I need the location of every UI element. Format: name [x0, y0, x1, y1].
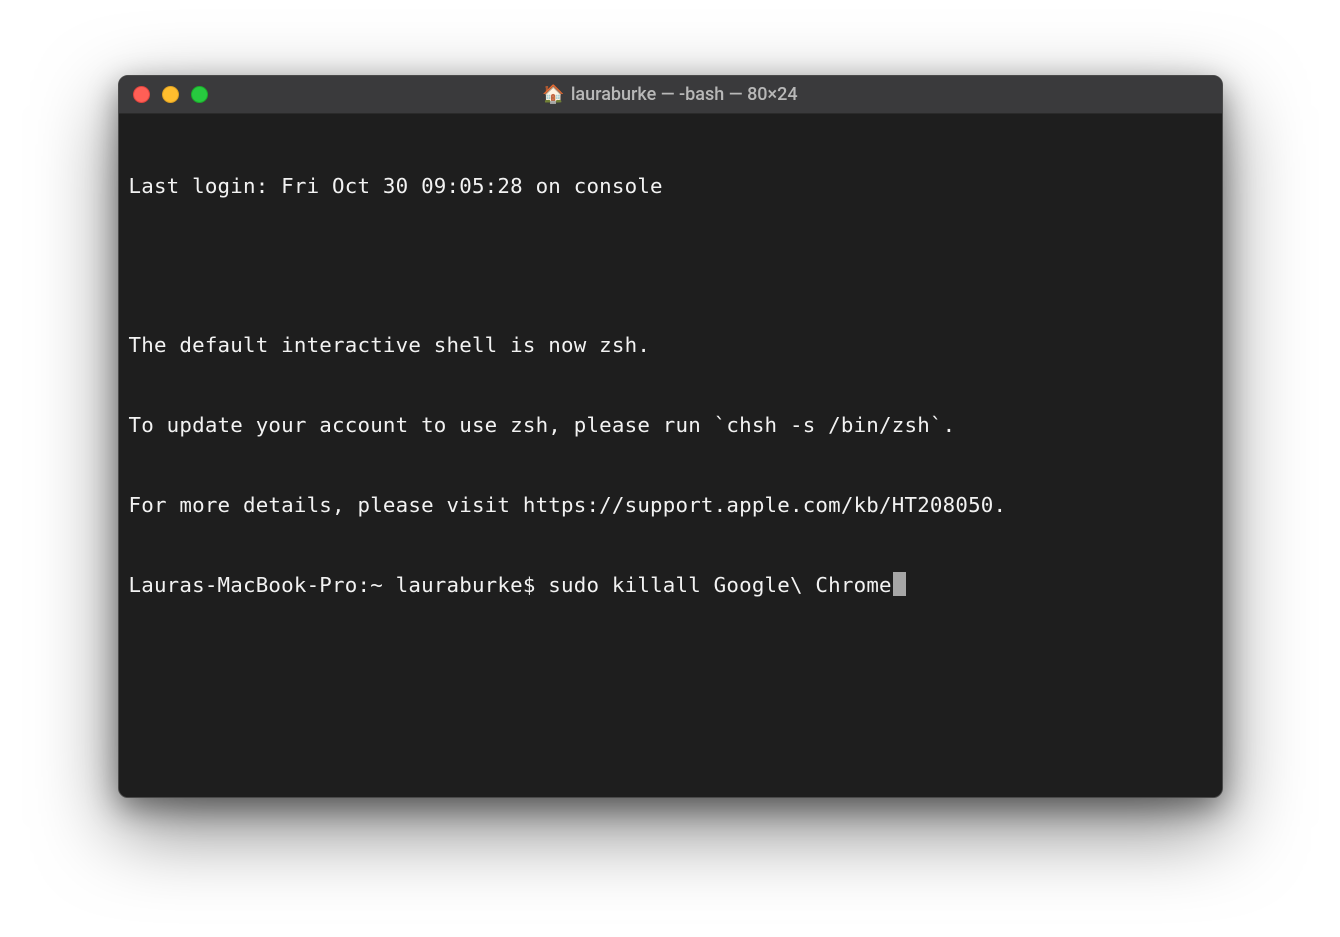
- close-button[interactable]: [133, 86, 150, 103]
- window-title-text: lauraburke — -bash — 80×24: [571, 84, 798, 105]
- traffic-lights: [133, 86, 208, 103]
- terminal-output-line: To update your account to use zsh, pleas…: [129, 412, 1212, 439]
- minimize-button[interactable]: [162, 86, 179, 103]
- window-title: 🏠 lauraburke — -bash — 80×24: [542, 84, 797, 105]
- terminal-command: sudo killall Google\ Chrome: [548, 572, 891, 599]
- terminal-output-line: Last login: Fri Oct 30 09:05:28 on conso…: [129, 173, 1212, 200]
- terminal-window: 🏠 lauraburke — -bash — 80×24 Last login:…: [118, 75, 1223, 798]
- terminal-prompt: Lauras-MacBook-Pro:~ lauraburke$: [129, 572, 549, 599]
- terminal-body[interactable]: Last login: Fri Oct 30 09:05:28 on conso…: [119, 114, 1222, 797]
- terminal-output-line: The default interactive shell is now zsh…: [129, 332, 1212, 359]
- home-icon: 🏠: [542, 86, 564, 104]
- terminal-cursor: [893, 572, 906, 596]
- terminal-output-line: [129, 253, 1212, 279]
- terminal-output-line: For more details, please visit https://s…: [129, 492, 1212, 519]
- title-bar[interactable]: 🏠 lauraburke — -bash — 80×24: [119, 76, 1222, 114]
- terminal-prompt-line: Lauras-MacBook-Pro:~ lauraburke$ sudo ki…: [129, 572, 1212, 599]
- maximize-button[interactable]: [191, 86, 208, 103]
